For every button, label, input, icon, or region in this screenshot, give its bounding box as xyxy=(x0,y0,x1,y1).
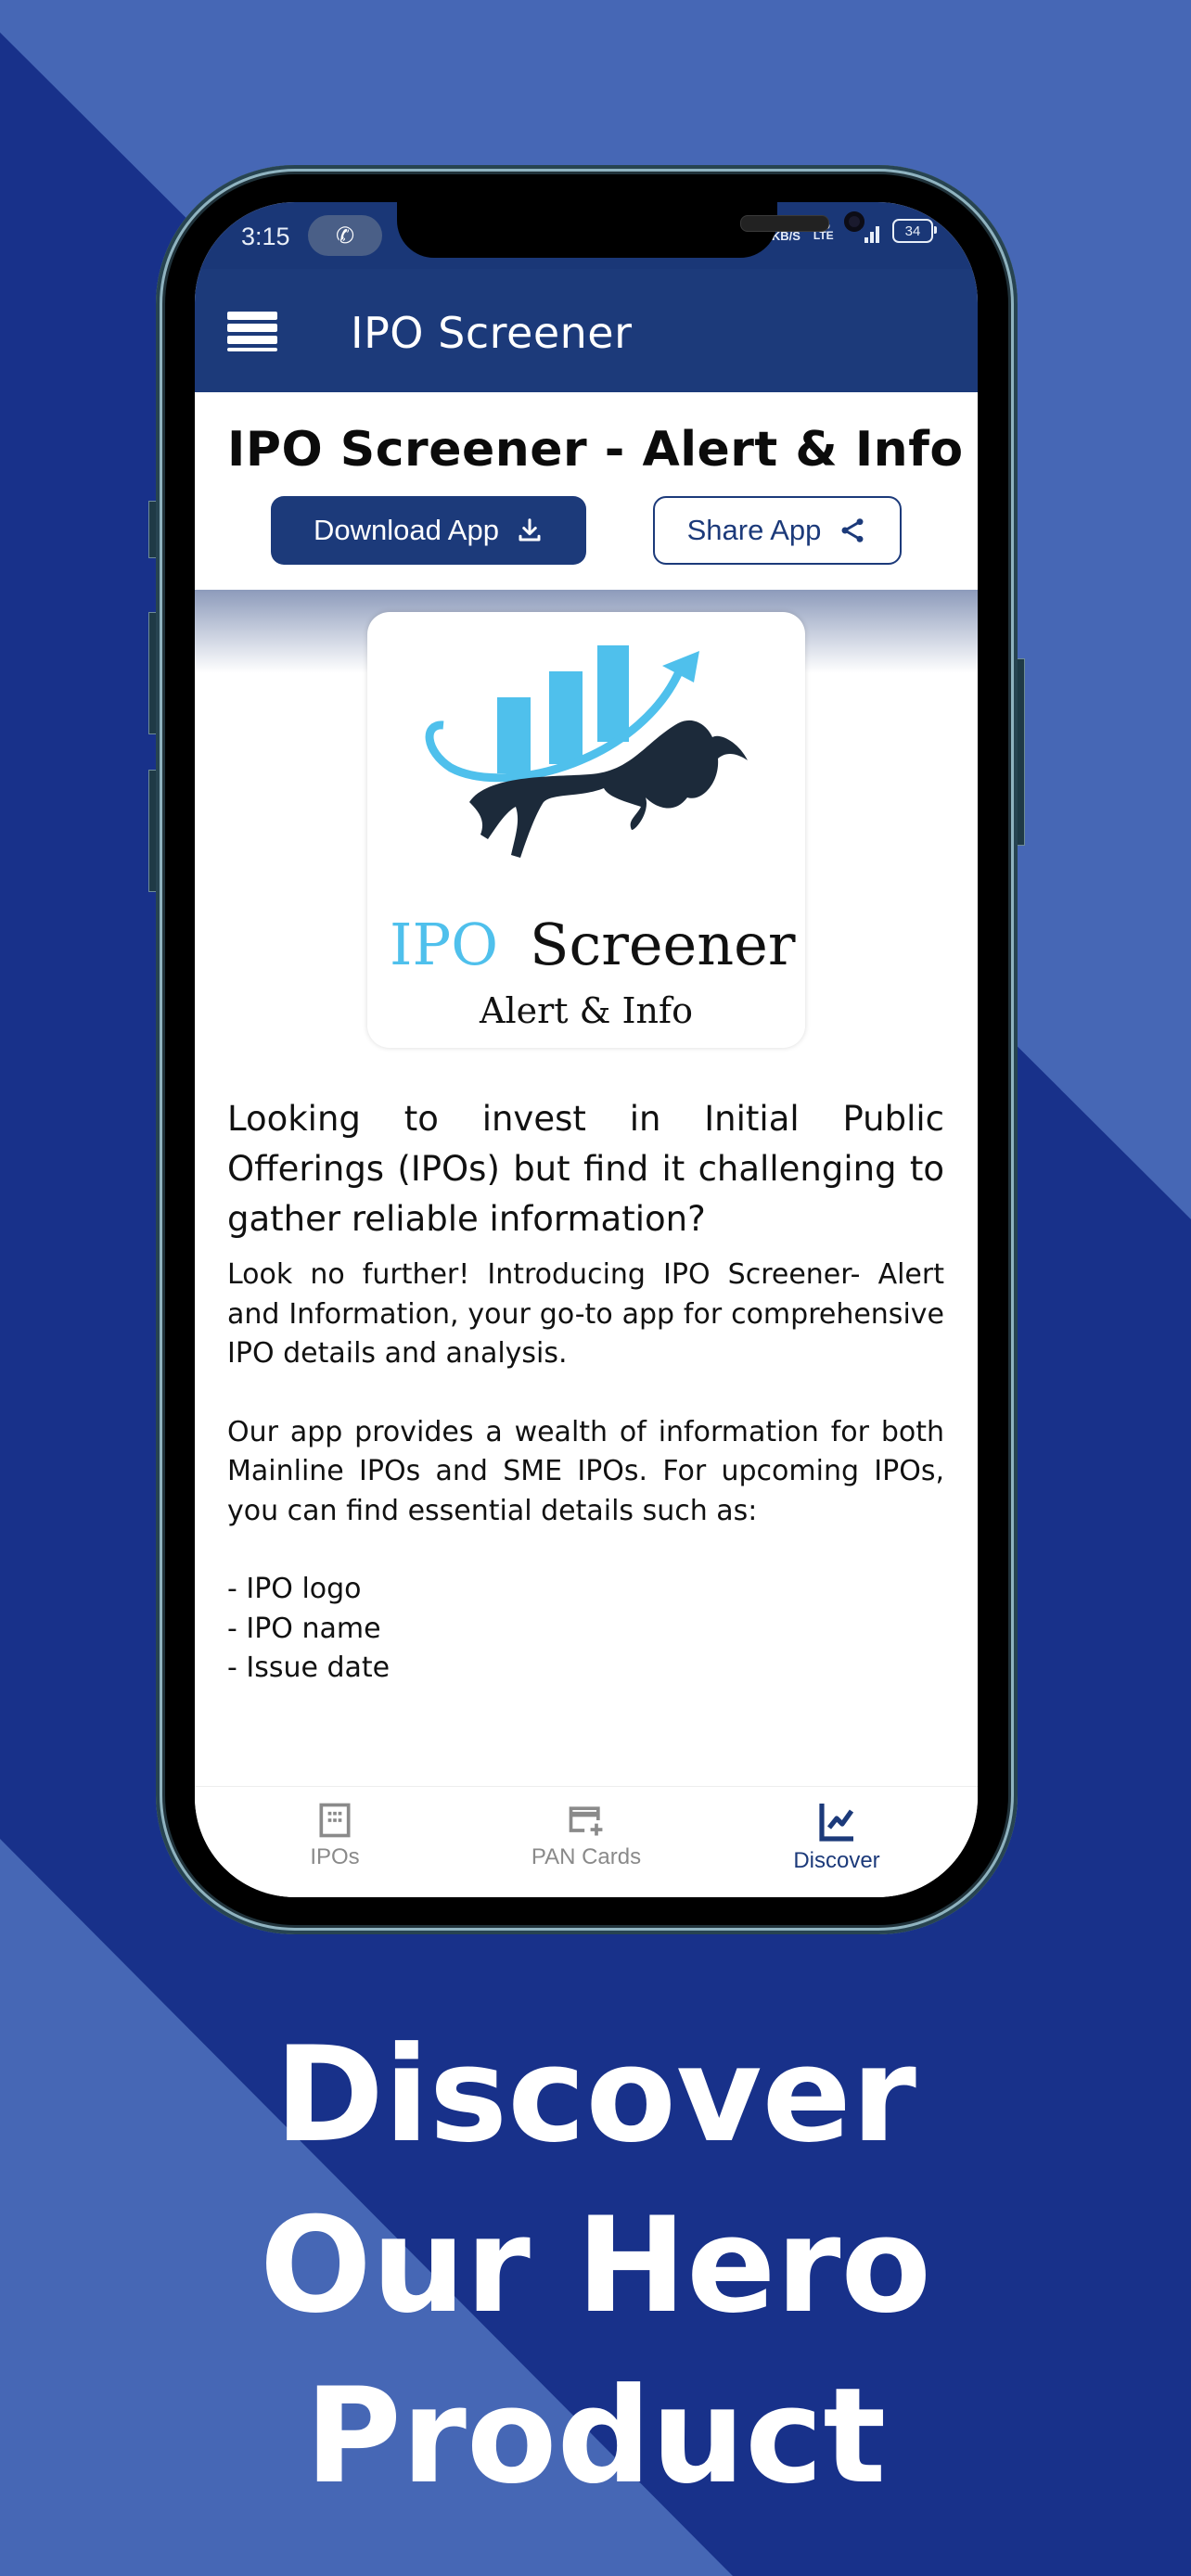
promo-headline: Discover Our Hero Product xyxy=(0,2010,1191,2522)
description-paragraph-1: Look no further! Introducing IPO Screene… xyxy=(227,1258,944,1370)
share-icon xyxy=(841,518,864,542)
description-content: Looking to invest in Initial Public Offe… xyxy=(227,1094,944,1689)
promo-line-3: Product xyxy=(304,2360,887,2513)
page-title: IPO Screener - Alert & Info xyxy=(227,422,964,478)
download-label: Download App xyxy=(314,514,499,546)
status-bar: 3:15 ✆ 0.0 KB/S Vo LTE 4G 34 xyxy=(195,202,978,271)
battery-icon: 34 xyxy=(892,219,937,243)
battery-level: 34 xyxy=(904,223,921,239)
logo-word-ipo: IPO xyxy=(390,911,499,978)
logo-bar-3 xyxy=(597,645,629,742)
bottom-navigation: IPOs PAN Cards Discover xyxy=(195,1786,978,1897)
chart-line-icon xyxy=(819,1804,854,1842)
description-headline: Looking to invest in Initial Public Offe… xyxy=(227,1099,944,1239)
list-item: - IPO logo xyxy=(227,1573,362,1605)
list-item: - IPO name xyxy=(227,1612,381,1645)
logo-bar-2 xyxy=(549,671,583,764)
hamburger-menu-icon[interactable] xyxy=(227,312,277,354)
nav-label-discover: Discover xyxy=(793,1848,880,1873)
phone-icon: ✆ xyxy=(335,223,355,249)
card-add-icon xyxy=(569,1806,603,1836)
description-paragraph-2: Our app provides a wealth of information… xyxy=(227,1415,944,1527)
logo-word-screener: Screener xyxy=(530,911,796,978)
nav-label-pan-cards: PAN Cards xyxy=(531,1844,642,1869)
nav-tab-pan-cards[interactable]: PAN Cards xyxy=(493,1800,679,1870)
calendar-grid-icon xyxy=(319,1803,351,1838)
phone-screen: 3:15 ✆ 0.0 KB/S Vo LTE 4G 34 xyxy=(195,202,978,1897)
status-time: 3:15 xyxy=(241,223,290,250)
logo-arrow-head xyxy=(662,651,699,682)
list-item: - Issue date xyxy=(227,1651,391,1684)
download-icon xyxy=(519,518,541,542)
app-bar-title: IPO Screener xyxy=(351,308,633,358)
title-card: IPO Screener - Alert & Info Download App… xyxy=(195,392,978,590)
share-label: Share App xyxy=(686,514,822,546)
promo-line-2: Our Hero xyxy=(259,2189,931,2342)
front-camera xyxy=(844,211,864,232)
speaker-grille xyxy=(740,215,829,232)
logo-subtitle: Alert & Info xyxy=(480,990,693,1031)
notch xyxy=(397,202,864,258)
ongoing-call-pill[interactable]: ✆ xyxy=(308,215,382,256)
app-bar: IPO Screener xyxy=(195,269,978,392)
app-logo: IPO Screener Alert & Info xyxy=(367,612,805,1048)
nav-tab-discover[interactable]: Discover xyxy=(744,1800,929,1874)
share-app-button[interactable]: Share App xyxy=(653,496,902,565)
feature-list: - IPO logo - IPO name - Issue date xyxy=(227,1570,944,1689)
nav-tab-ipos[interactable]: IPOs xyxy=(242,1800,428,1870)
download-app-button[interactable]: Download App xyxy=(271,496,586,565)
promo-line-1: Discover xyxy=(275,2019,916,2172)
logo-bar-1 xyxy=(497,697,531,773)
bull-chart-logo-graphic xyxy=(425,645,748,858)
nav-label-ipos: IPOs xyxy=(310,1844,360,1869)
